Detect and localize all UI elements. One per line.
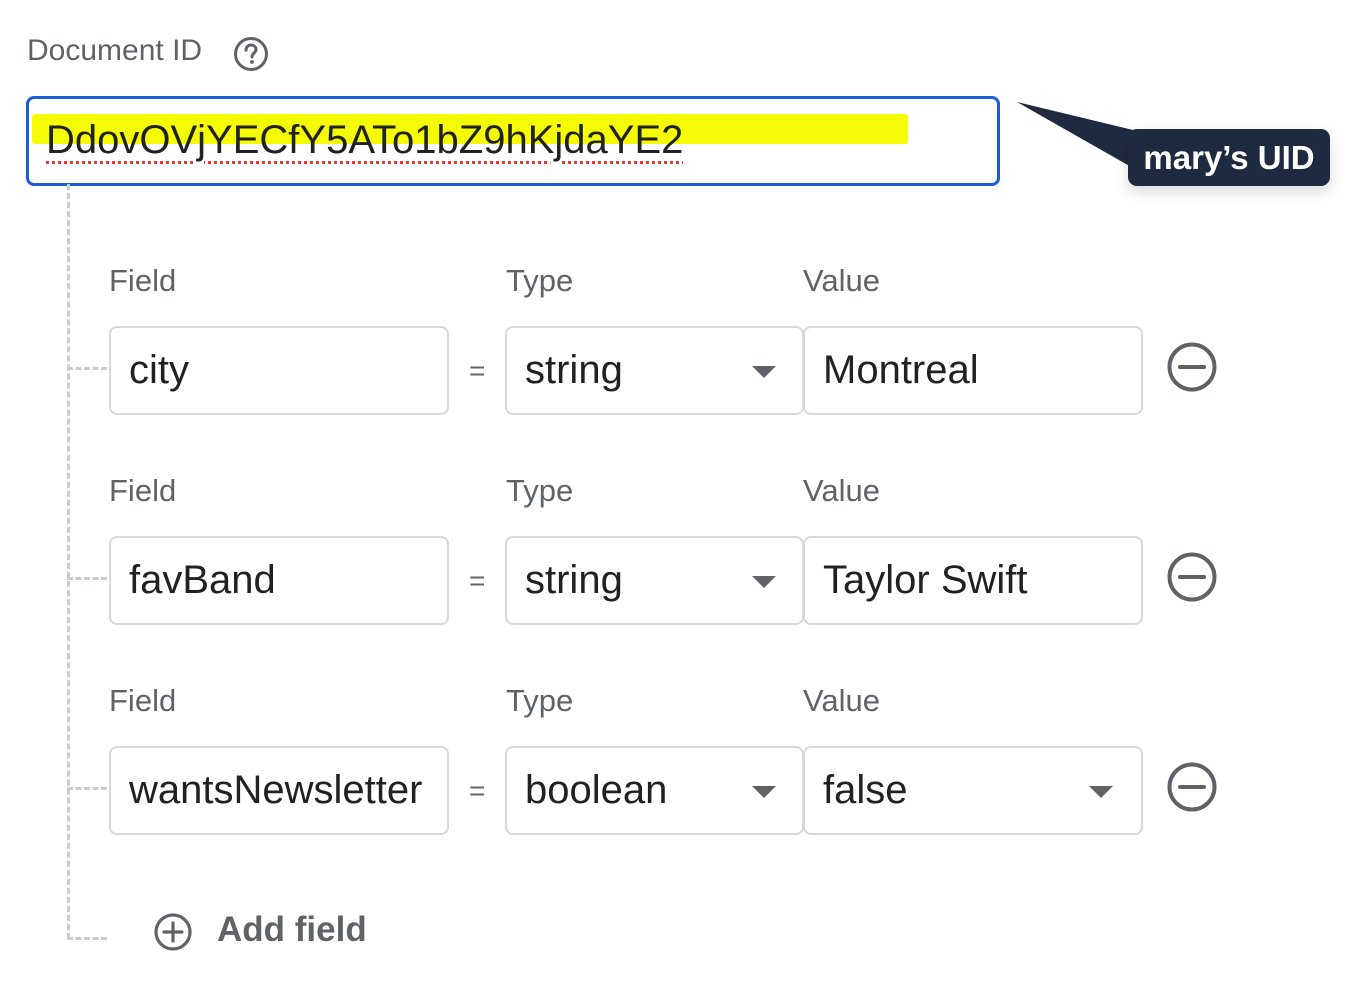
field-column-label: Field [109,683,177,718]
type-select[interactable]: boolean [505,746,804,835]
type-column-label: Type [506,473,574,508]
type-select[interactable]: string [505,536,804,625]
field-column-label: Field [109,263,177,298]
minus-circle-icon[interactable] [1166,551,1218,603]
value-column-label: Value [803,263,880,298]
tree-branch [67,367,107,370]
field-column-label: Field [109,473,177,508]
field-name-input[interactable]: city [109,326,449,415]
value-column-label: Value [803,683,880,718]
tree-branch [67,787,107,790]
field-name-text: wantsNewsletter [129,768,423,812]
type-column-label: Type [506,263,574,298]
field-name-input[interactable]: favBand [109,536,449,625]
chevron-down-icon [752,576,776,588]
document-id-value: DdovOVjYECfY5ATo1bZ9hKjdaYE2 [46,118,684,162]
value-text: Montreal [823,348,979,392]
callout-pointer [1017,102,1133,168]
value-input[interactable]: Montreal [803,326,1143,415]
help-circle-icon[interactable] [233,36,269,72]
type-column-label: Type [506,683,574,718]
add-field-button[interactable]: Add field [217,908,367,952]
equals-sign: = [469,355,486,386]
value-select[interactable]: false [803,746,1143,835]
field-name-text: city [129,348,189,392]
value-input[interactable]: Taylor Swift [803,536,1143,625]
uid-callout: mary’s UID [1128,129,1330,186]
minus-circle-icon[interactable] [1166,341,1218,393]
field-name-text: favBand [129,558,276,602]
field-name-input[interactable]: wantsNewsletter [109,746,449,835]
chevron-down-icon [752,786,776,798]
tree-connector [67,184,70,939]
chevron-down-icon [752,366,776,378]
plus-circle-icon[interactable] [153,912,193,952]
equals-sign: = [469,565,486,596]
tree-branch [67,937,107,940]
tree-branch [67,577,107,580]
equals-sign: = [469,775,486,806]
type-select[interactable]: string [505,326,804,415]
document-id-label: Document ID [27,34,203,67]
value-text: Taylor Swift [823,558,1028,602]
minus-circle-icon[interactable] [1166,761,1218,813]
value-column-label: Value [803,473,880,508]
chevron-down-icon [1089,786,1113,798]
